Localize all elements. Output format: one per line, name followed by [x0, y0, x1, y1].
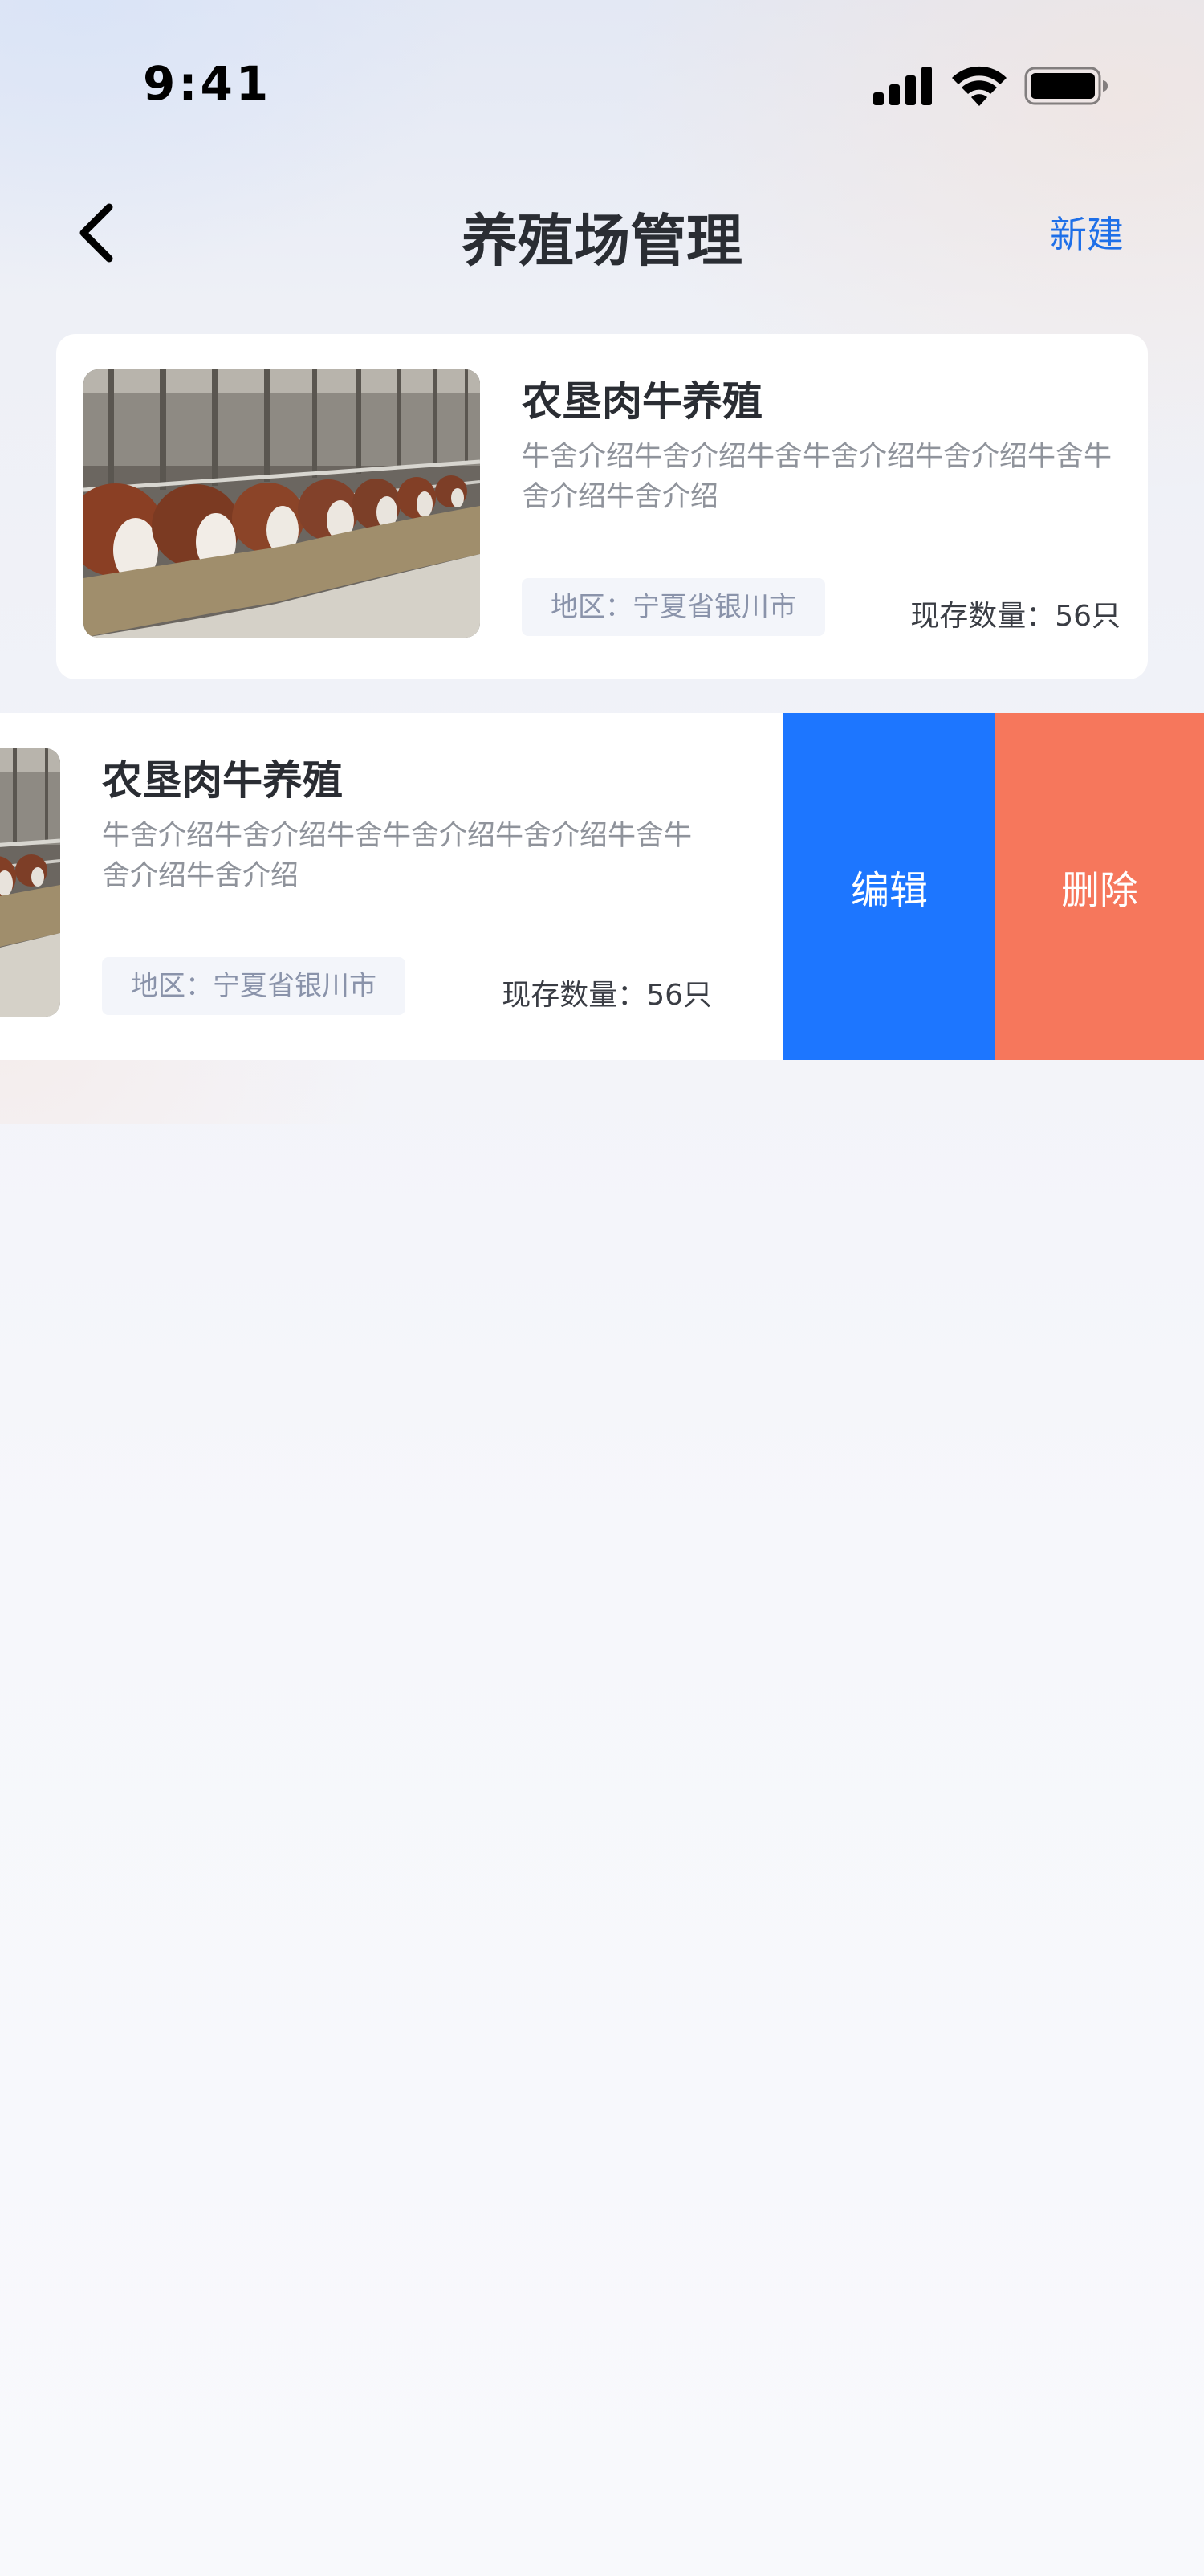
- farm-description: 牛舍介绍牛舍介绍牛舍牛舍介绍牛舍介绍牛舍牛舍介绍牛舍介绍: [102, 820, 693, 892]
- status-icons: [873, 66, 1108, 106]
- battery-icon: [1024, 67, 1108, 105]
- region-tag: 地区：宁夏省银川市: [102, 957, 405, 1015]
- farm-description: 牛舍介绍牛舍介绍牛舍牛舍介绍牛舍介绍牛舍牛舍介绍牛舍介绍: [522, 441, 1112, 513]
- farm-card-swiped[interactable]: 农垦肉牛养殖 牛舍介绍牛舍介绍牛舍牛舍介绍牛舍介绍牛舍牛舍介绍牛舍介绍 地区：宁…: [0, 713, 784, 1060]
- region-tag: 地区：宁夏省银川市: [522, 578, 825, 636]
- status-time: 9:41: [143, 56, 272, 111]
- edit-button[interactable]: 编辑: [783, 713, 995, 1060]
- farm-name: 农垦肉牛养殖: [522, 378, 763, 425]
- swipe-actions: 编辑 删除: [783, 713, 1204, 1060]
- cellular-signal-icon: [873, 67, 932, 105]
- farm-card[interactable]: 农垦肉牛养殖 牛舍介绍牛舍介绍牛舍牛舍介绍牛舍介绍牛舍牛舍介绍牛舍介绍 地区：宁…: [56, 334, 1148, 679]
- page-title: 养殖场管理: [462, 208, 742, 274]
- farm-photo: [83, 369, 480, 638]
- stock-count: 现存数量：56只: [910, 600, 1121, 633]
- farm-name: 农垦肉牛养殖: [102, 757, 343, 804]
- new-farm-button[interactable]: 新建: [1050, 206, 1124, 259]
- farm-photo: [0, 748, 60, 1017]
- wifi-icon: [952, 66, 1007, 106]
- nav-bar: 养殖场管理 新建: [0, 177, 1204, 289]
- stock-count: 现存数量：56只: [502, 979, 712, 1012]
- delete-button[interactable]: 删除: [995, 713, 1204, 1060]
- swipe-row: 农垦肉牛养殖 牛舍介绍牛舍介绍牛舍牛舍介绍牛舍介绍牛舍牛舍介绍牛舍介绍 地区：宁…: [0, 713, 1204, 1060]
- status-bar: 9:41: [0, 0, 1204, 161]
